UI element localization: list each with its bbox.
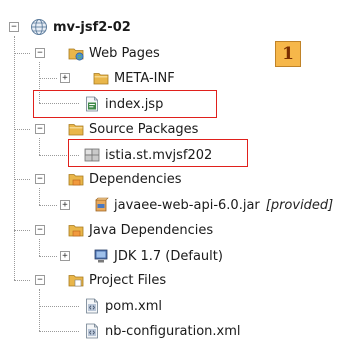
collapse-toggle-java-dependencies[interactable]: − xyxy=(35,225,45,235)
collapse-toggle-dependencies[interactable]: − xyxy=(35,174,45,184)
tree-line xyxy=(39,205,57,206)
expand-toggle-javaee-jar[interactable]: + xyxy=(60,200,70,210)
source-packages-label: Source Packages xyxy=(89,121,199,137)
java-dependencies-label: Java Dependencies xyxy=(89,222,214,238)
tree-node-project[interactable]: mv-jsf2-02 xyxy=(30,17,131,37)
highlight-box-package xyxy=(68,139,248,167)
project-files-label: Project Files xyxy=(89,272,167,288)
jdk-label: JDK 1.7 (Default) xyxy=(114,248,223,264)
tree-node-jdk[interactable]: JDK 1.7 (Default) xyxy=(93,246,223,266)
nb-configuration-label: nb-configuration.xml xyxy=(105,323,241,339)
tree-line xyxy=(14,36,15,280)
tree-line xyxy=(39,331,79,332)
source-packages-folder-icon xyxy=(68,121,84,137)
tree-line xyxy=(14,179,30,180)
xml-file-icon xyxy=(84,323,100,339)
web-pages-folder-icon xyxy=(68,45,84,61)
tree-node-javaee-jar[interactable]: javaee-web-api-6.0.jar [provided] xyxy=(93,195,333,215)
jdk-library-icon xyxy=(93,248,109,264)
jar-icon xyxy=(93,197,109,213)
meta-inf-label: META-INF xyxy=(114,70,175,86)
dependencies-folder-icon xyxy=(68,171,84,187)
tree-line xyxy=(39,138,40,155)
tree-node-pom-xml[interactable]: pom.xml xyxy=(84,296,162,316)
collapse-toggle-project-files[interactable]: − xyxy=(35,275,45,285)
tree-node-dependencies[interactable]: Dependencies xyxy=(68,169,182,189)
tree-node-nb-configuration[interactable]: nb-configuration.xml xyxy=(84,321,241,341)
tree-line xyxy=(39,239,40,256)
tree-line xyxy=(39,188,40,205)
folder-icon xyxy=(93,70,109,86)
project-files-folder-icon xyxy=(68,272,84,288)
tree-node-project-files[interactable]: Project Files xyxy=(68,270,166,290)
globe-project-icon xyxy=(30,18,48,36)
expand-toggle-jdk[interactable]: + xyxy=(60,251,70,261)
tree-line xyxy=(14,129,30,130)
tree-line xyxy=(14,53,30,54)
xml-file-icon xyxy=(84,298,100,314)
collapse-toggle-source-packages[interactable]: − xyxy=(35,124,45,134)
tree-line xyxy=(39,289,40,331)
tree-line xyxy=(14,280,30,281)
tree-node-web-pages[interactable]: Web Pages xyxy=(68,43,160,63)
tree-node-source-packages[interactable]: Source Packages xyxy=(68,119,198,139)
tree-line xyxy=(14,230,30,231)
collapse-toggle-web-pages[interactable]: − xyxy=(35,48,45,58)
tree-line xyxy=(39,78,57,79)
pom-xml-label: pom.xml xyxy=(105,298,162,314)
dependencies-label: Dependencies xyxy=(89,171,182,187)
provided-scope-label: [provided] xyxy=(265,197,334,213)
tree-node-java-dependencies[interactable]: Java Dependencies xyxy=(68,220,213,240)
web-pages-label: Web Pages xyxy=(89,45,160,61)
step-badge: 1 xyxy=(275,41,301,67)
project-label: mv-jsf2-02 xyxy=(53,19,131,35)
collapse-toggle-project[interactable]: − xyxy=(9,22,19,32)
expand-toggle-meta-inf[interactable]: + xyxy=(60,73,70,83)
java-dependencies-folder-icon xyxy=(68,222,84,238)
tree-line xyxy=(39,256,57,257)
tree-node-meta-inf[interactable]: META-INF xyxy=(93,68,175,88)
javaee-jar-label: javaee-web-api-6.0.jar xyxy=(114,197,260,213)
highlight-box-index-jsp xyxy=(33,90,217,118)
tree-line xyxy=(39,306,79,307)
